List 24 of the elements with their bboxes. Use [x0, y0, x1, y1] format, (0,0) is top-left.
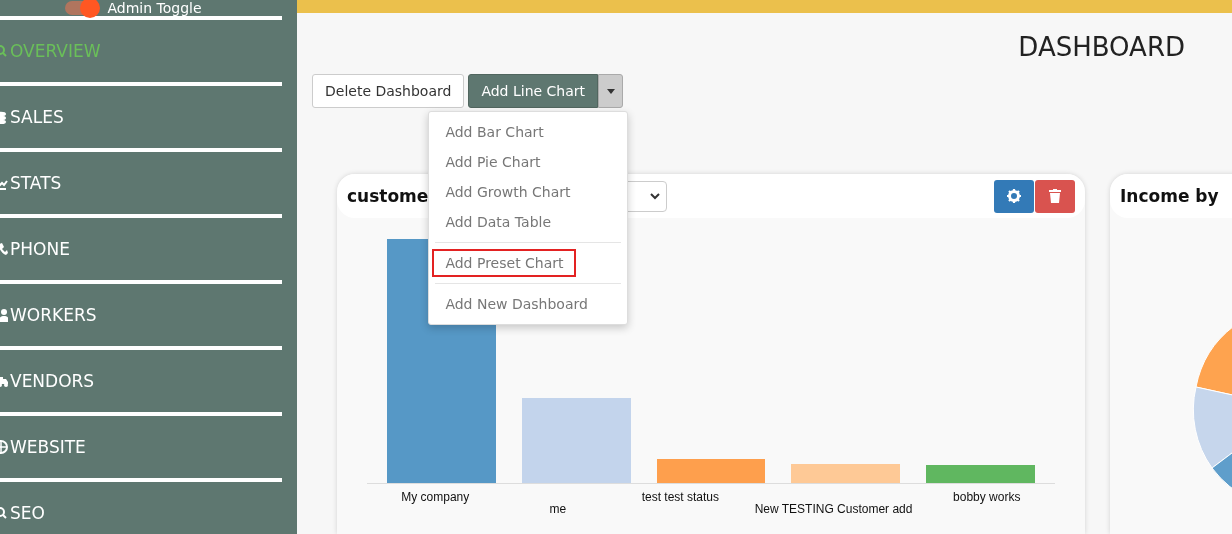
axis-label: test test status [641, 490, 720, 506]
sidebar-item[interactable]: WEBSITE [0, 416, 297, 478]
sidebar-item[interactable]: SALES [0, 86, 297, 148]
menu-item[interactable]: Add Data Table [431, 207, 626, 237]
delete-dashboard-button[interactable]: Delete Dashboard [312, 74, 465, 108]
menu-item[interactable]: Add Growth Chart [431, 177, 626, 207]
sidebar-item[interactable]: SEO [0, 482, 297, 534]
card-title: custome [347, 186, 429, 206]
sidebar-item[interactable]: STATS [0, 152, 297, 214]
sidebar-item[interactable]: PHONE [0, 218, 297, 280]
card-title: Income by [1120, 186, 1219, 206]
menu-item[interactable]: Add New Dashboard [431, 289, 626, 319]
page-title: DASHBOARD [1018, 31, 1185, 64]
axis-label: My company [401, 490, 470, 506]
axis-label: New TESTING Customer add [754, 502, 913, 516]
axis-label: me [549, 502, 567, 516]
sidebar-item[interactable]: WORKERS [0, 284, 297, 346]
menu-item[interactable]: Add Bar Chart [431, 117, 626, 147]
menu-item[interactable]: Add Preset Chart [431, 248, 578, 278]
toggle-label: Admin Toggle [107, 0, 202, 16]
sidebar-item[interactable]: VENDORS [0, 350, 297, 412]
menu-item[interactable]: Add Pie Chart [431, 147, 626, 177]
axis-label: bobby works [953, 490, 1021, 506]
add-line-chart-button[interactable]: Add Line Chart [468, 74, 599, 108]
